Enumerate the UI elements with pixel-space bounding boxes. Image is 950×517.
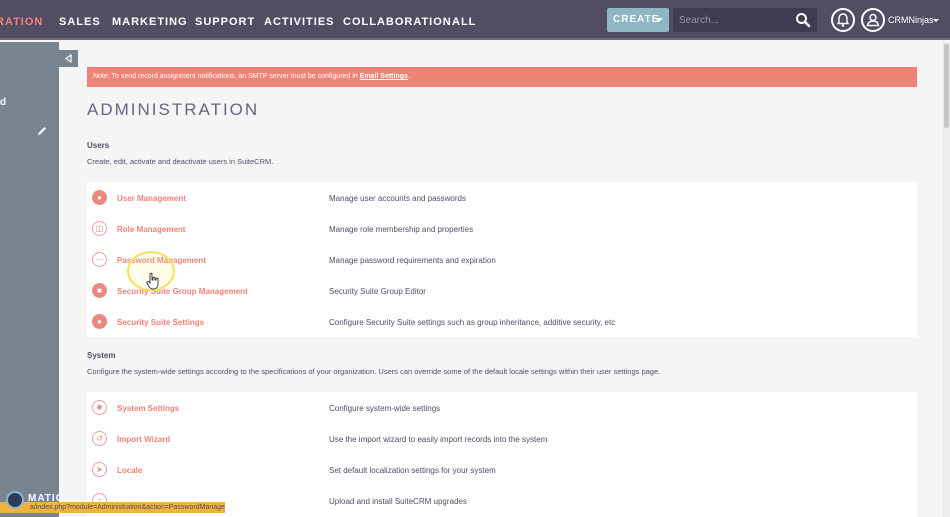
top-navbar: RATION SALES MARKETING SUPPORT ACTIVITIE…	[0, 0, 950, 40]
system-settings-link[interactable]: System Settings	[117, 393, 179, 424]
password-icon: ⋯	[92, 252, 107, 267]
admin-row-locale: ➤ Locale Set default localization settin…	[87, 455, 917, 486]
role-icon: ◫	[92, 221, 107, 236]
hand-cursor-icon	[146, 272, 159, 290]
users-section-title: Users	[87, 141, 110, 150]
user-menu-caret-icon[interactable]	[933, 19, 939, 22]
nav-item-collaboration[interactable]: COLLABORATION	[343, 0, 452, 40]
users-panel: ● User Management Manage user accounts a…	[87, 182, 917, 337]
admin-row-security-suite-settings: ● Security Suite Settings Configure Secu…	[87, 307, 917, 338]
admin-row-password-management: ⋯ Password Management Manage password re…	[87, 245, 917, 276]
user-icon: ●	[92, 190, 107, 205]
scrollbar-thumb[interactable]	[944, 44, 949, 128]
nav-item-support[interactable]: SUPPORT	[195, 0, 255, 40]
main-content: Note: To send record assignment notifica…	[78, 42, 934, 517]
search-icon[interactable]	[795, 12, 811, 28]
row-description: Upload and install SuiteCRM upgrades	[329, 497, 467, 506]
nav-item-all[interactable]: ALL	[452, 0, 476, 40]
import-icon: ↺	[92, 431, 107, 446]
notification-bell-icon[interactable]	[831, 8, 855, 32]
user-avatar-icon[interactable]	[861, 8, 885, 32]
row-description: Security Suite Group Editor	[329, 287, 426, 296]
role-management-link[interactable]: Role Management	[117, 214, 185, 245]
locale-link[interactable]: Locale	[117, 455, 142, 486]
admin-row-system-settings: ✹ System Settings Configure system-wide …	[87, 393, 917, 424]
search-input[interactable]	[679, 12, 787, 28]
import-wizard-link[interactable]: Import Wizard	[117, 424, 170, 455]
page-scrollbar[interactable]	[943, 42, 950, 517]
sidebar-heading-partial: d	[0, 97, 7, 108]
system-panel: ✹ System Settings Configure system-wide …	[87, 392, 917, 517]
nav-item-activities[interactable]: ACTIVITIES	[264, 0, 335, 40]
search-box	[673, 8, 817, 32]
row-description: Configure system-wide settings	[329, 404, 441, 413]
row-description: Use the import wizard to easily import r…	[329, 435, 548, 444]
lock-icon: ■	[92, 283, 107, 298]
row-description: Set default localization settings for yo…	[329, 466, 496, 475]
admin-row-security-group-management: ■ Security Suite Group Management Securi…	[87, 276, 917, 307]
alert-suffix: .	[407, 73, 410, 80]
watermark-text: MATIC	[28, 493, 64, 504]
row-description: Manage user accounts and passwords	[329, 194, 466, 203]
locale-icon: ➤	[92, 462, 107, 477]
nav-item-marketing[interactable]: MARKETING	[112, 0, 188, 40]
system-section-description: Configure the system-wide settings accor…	[87, 367, 661, 376]
pencil-icon[interactable]	[36, 125, 48, 137]
row-description: Manage role membership and properties	[329, 225, 474, 234]
admin-row-role-management: ◫ Role Management Manage role membership…	[87, 214, 917, 245]
create-button-label: CREATE	[613, 14, 660, 25]
row-description: Manage password requirements and expirat…	[329, 256, 496, 265]
nav-item-sales[interactable]: SALES	[59, 0, 101, 40]
row-description: Configure Security Suite settings such a…	[329, 318, 616, 327]
admin-row-user-management: ● User Management Manage user accounts a…	[87, 183, 917, 214]
gear-icon: ✹	[92, 400, 107, 415]
smtp-alert: Note: To send record assignment notifica…	[87, 67, 917, 87]
user-menu-label[interactable]: CRMNinjas	[888, 0, 934, 40]
users-section-description: Create, edit, activate and deactivate us…	[87, 157, 274, 166]
nav-item-collaboration-partial[interactable]: RATION	[0, 0, 43, 40]
user-management-link[interactable]: User Management	[117, 183, 186, 214]
security-settings-icon: ●	[92, 314, 107, 329]
chevron-left-icon	[64, 54, 72, 63]
admin-row-import-wizard: ↺ Import Wizard Use the import wizard to…	[87, 424, 917, 455]
alert-text: Note: To send record assignment notifica…	[93, 73, 360, 80]
sidebar-collapse-button[interactable]	[59, 50, 78, 67]
system-section-title: System	[87, 351, 116, 360]
page-title: ADMINISTRATION	[87, 100, 260, 119]
sidebar: d	[0, 42, 59, 517]
chevron-down-icon	[655, 18, 663, 22]
watermark-logo-icon	[6, 491, 24, 509]
email-settings-link[interactable]: Email Settings	[360, 73, 408, 80]
security-suite-settings-link[interactable]: Security Suite Settings	[117, 307, 204, 338]
create-button[interactable]: CREATE	[607, 8, 669, 32]
